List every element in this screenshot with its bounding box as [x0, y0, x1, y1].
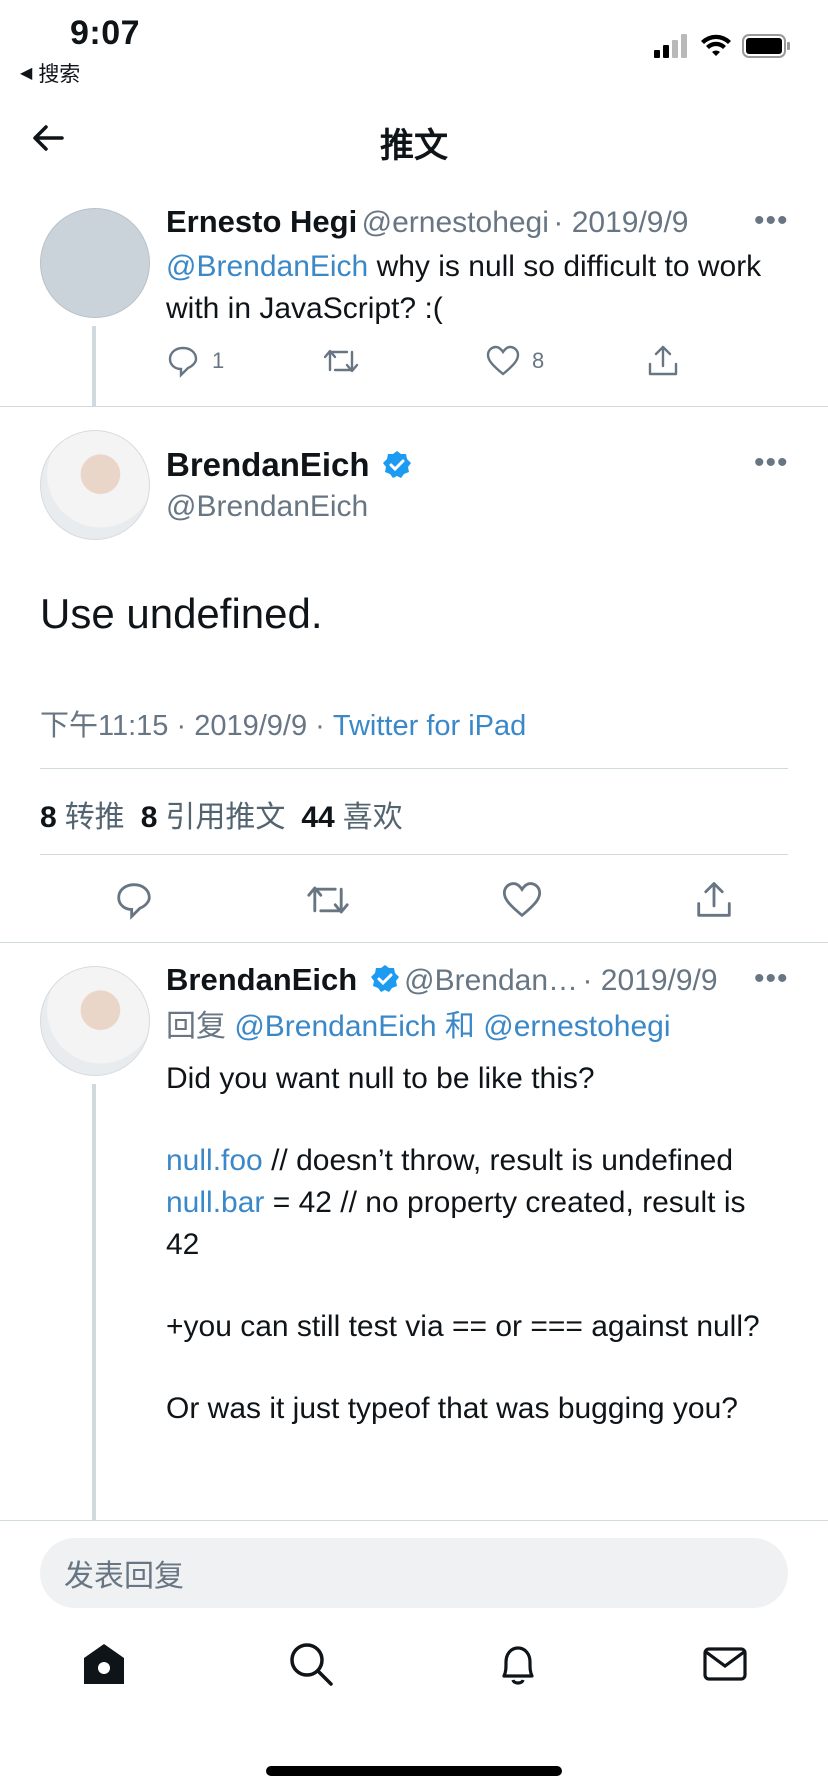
thread-line: [92, 326, 96, 406]
tweet-line: Or was it just typeof that was bugging y…: [166, 1392, 738, 1425]
reply-placeholder: 发表回复: [64, 1560, 184, 1593]
status-icons: [654, 34, 792, 58]
tweet-actions: 1 8: [166, 344, 686, 378]
more-options-icon[interactable]: •••: [754, 446, 789, 480]
divider: [0, 942, 828, 943]
tweet-date: · 2019/9/9: [553, 206, 689, 239]
tweet-header: BrendanEich @Brendan… · 2019/9/9: [166, 962, 746, 998]
verified-badge-icon: [370, 965, 399, 992]
main-tweet-actions: [114, 880, 734, 920]
wifi-icon: [701, 34, 731, 56]
avatar[interactable]: [40, 208, 150, 318]
retweet-icon: [323, 349, 359, 373]
reply-prefix: 回复: [166, 1010, 235, 1043]
author-line: BrendanEich: [166, 446, 412, 484]
tweet-meta: 下午11:15 · 2019/9/9 · Twitter for iPad: [40, 702, 526, 744]
author-handle[interactable]: @Brendan…: [404, 964, 578, 997]
author-name[interactable]: BrendanEich: [166, 446, 370, 483]
back-app-label: 搜索: [38, 63, 81, 86]
signal-icon: [654, 34, 687, 58]
battery-icon: [742, 34, 790, 58]
reply-icon: [168, 346, 198, 378]
page-title: 推文: [380, 127, 448, 165]
messages-icon[interactable]: [701, 1640, 749, 1688]
tweet-date: · 2019/9/9: [582, 964, 718, 997]
home-icon[interactable]: [80, 1640, 128, 1688]
divider: [0, 406, 828, 407]
share-icon[interactable]: [694, 880, 734, 920]
reply-to-links[interactable]: @BrendanEich 和 @ernestohegi: [234, 1010, 670, 1043]
heart-icon: [486, 345, 520, 376]
more-options-icon[interactable]: •••: [754, 962, 789, 996]
search-icon[interactable]: [287, 1640, 335, 1688]
tweet-text: Use undefined.: [40, 590, 323, 637]
tweet-text: @BrendanEich why is null so difficult to…: [166, 246, 766, 330]
tweet-timestamp: 下午11:15 · 2019/9/9 ·: [40, 710, 333, 742]
heart-icon[interactable]: [502, 881, 542, 919]
like-button[interactable]: 8: [486, 345, 646, 377]
tweet-stats: 8 转推 8 引用推文 44 喜欢: [40, 792, 403, 836]
author-name[interactable]: BrendanEich: [166, 962, 357, 997]
tweet-text: Did you want null to be like this? null.…: [166, 1058, 766, 1430]
verified-badge-icon: [383, 451, 411, 478]
share-icon: [648, 345, 678, 376]
back-triangle-icon: ◀: [20, 65, 33, 82]
retweet-icon[interactable]: [306, 882, 350, 918]
code-link[interactable]: null.bar: [166, 1186, 264, 1219]
reply-button[interactable]: 1: [166, 344, 323, 378]
tweet-header: Ernesto Hegi @ernestohegi · 2019/9/9: [166, 204, 766, 240]
retweets-stat[interactable]: 8 转推: [40, 792, 125, 836]
share-button[interactable]: [646, 344, 680, 378]
back-to-app[interactable]: ◀ 搜索: [20, 58, 80, 88]
likes-stat[interactable]: 44 喜欢: [301, 792, 402, 836]
tweet-line: null.foo // doesn’t throw, result is und…: [166, 1144, 734, 1177]
tweet-line: +you can still test via == or === agains…: [166, 1310, 760, 1343]
avatar[interactable]: [40, 966, 150, 1076]
divider: [0, 1520, 828, 1521]
more-options-icon[interactable]: •••: [754, 204, 789, 238]
reply-to-line: 回复 @BrendanEich 和 @ernestohegi: [166, 1006, 766, 1048]
status-time: 9:07: [70, 14, 141, 52]
divider: [40, 768, 788, 769]
reply-count: 1: [212, 348, 225, 373]
home-indicator[interactable]: [266, 1766, 562, 1776]
author-handle[interactable]: @BrendanEich: [166, 490, 368, 524]
code-link[interactable]: null.foo: [166, 1144, 263, 1177]
thread-line: [92, 1084, 96, 1522]
tab-bar: [0, 1640, 828, 1688]
notifications-icon[interactable]: [494, 1640, 542, 1688]
divider: [40, 854, 788, 855]
mention-link[interactable]: @BrendanEich: [166, 250, 368, 283]
like-count: 8: [532, 348, 545, 373]
author-name[interactable]: Ernesto Hegi: [166, 204, 357, 239]
tweet-source-link[interactable]: Twitter for iPad: [333, 710, 526, 742]
reply-icon[interactable]: [114, 880, 154, 920]
retweet-button[interactable]: [323, 346, 486, 376]
author-handle[interactable]: @ernestohegi: [362, 206, 549, 239]
reply-input[interactable]: 发表回复: [40, 1538, 788, 1608]
quotes-stat[interactable]: 8 引用推文: [141, 792, 286, 836]
tweet-line: Did you want null to be like this?: [166, 1062, 595, 1095]
avatar[interactable]: [40, 430, 150, 540]
tweet-line: null.bar = 42 // no property created, re…: [166, 1186, 746, 1261]
